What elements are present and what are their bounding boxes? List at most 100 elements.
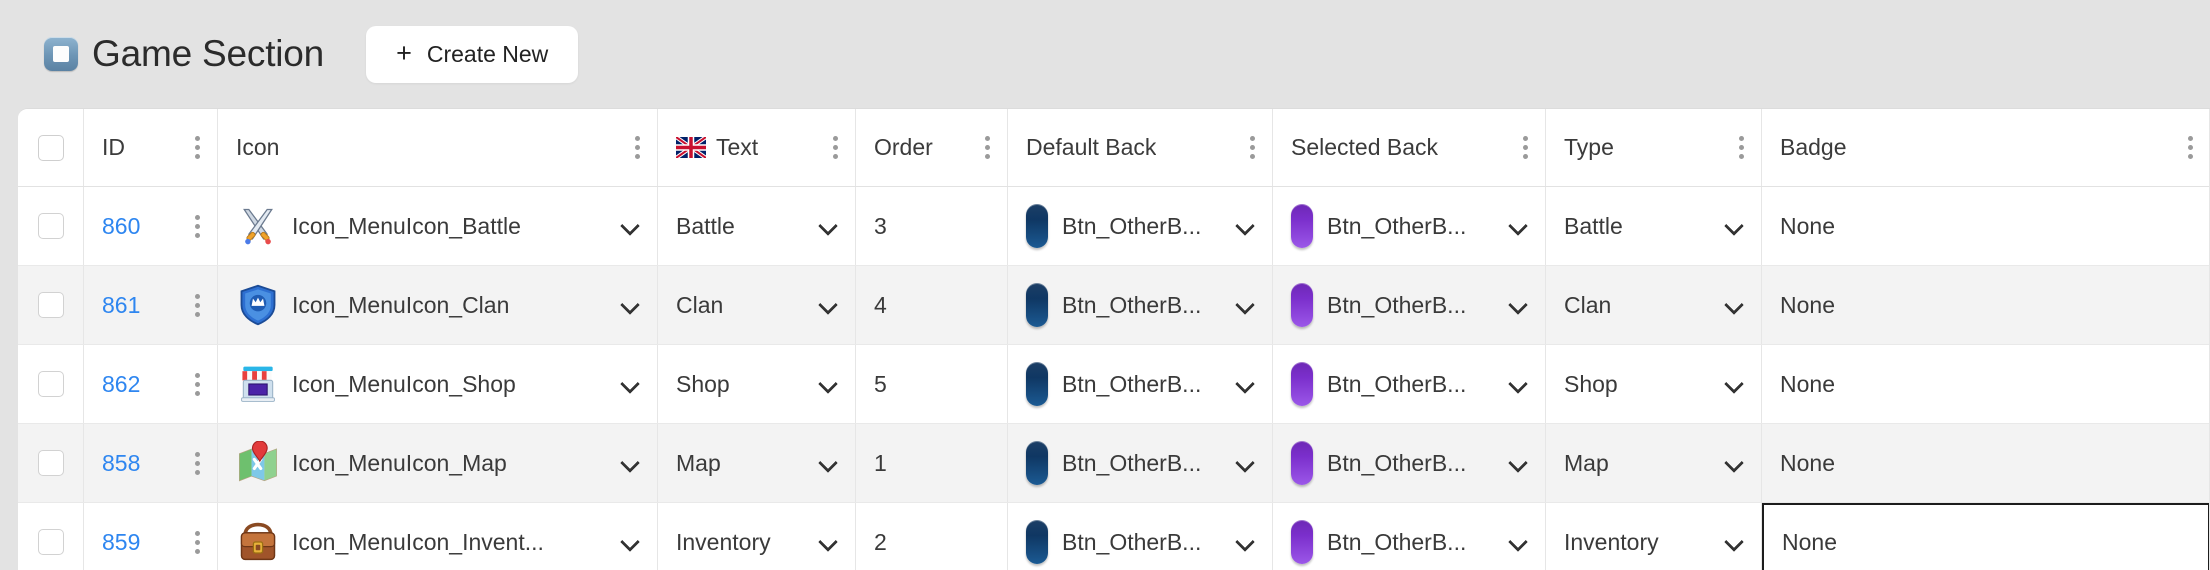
cell-badge[interactable]: None: [1762, 424, 2210, 502]
cell-badge[interactable]: None: [1762, 187, 2210, 265]
cell-id[interactable]: 859: [84, 503, 218, 570]
column-menu-icon-text[interactable]: [826, 133, 844, 163]
chevron-down-icon[interactable]: [819, 453, 839, 473]
chevron-down-icon[interactable]: [819, 295, 839, 315]
row-menu-icon[interactable]: [188, 527, 206, 557]
cell-default-back[interactable]: Btn_OtherB...: [1008, 424, 1273, 502]
cell-default-back[interactable]: Btn_OtherB...: [1008, 345, 1273, 423]
cell-icon[interactable]: Icon_MenuIcon_Clan: [218, 266, 658, 344]
row-checkbox[interactable]: [37, 529, 64, 555]
chevron-down-icon[interactable]: [621, 374, 641, 394]
header-cell-id[interactable]: ID: [84, 109, 218, 186]
header-cell-selected-back[interactable]: Selected Back: [1273, 109, 1546, 186]
cell-text[interactable]: Shop: [658, 345, 856, 423]
column-menu-icon-selected-back[interactable]: [1516, 133, 1534, 163]
cell-id[interactable]: 860: [84, 187, 218, 265]
table-row[interactable]: 862 Icon_MenuIcon_Shop Shop 5 Btn_OtherB... B…: [18, 345, 2210, 424]
id-link[interactable]: 858: [102, 450, 140, 477]
row-select-cell[interactable]: [18, 345, 84, 423]
cell-icon[interactable]: Icon_MenuIcon_Map: [218, 424, 658, 502]
id-link[interactable]: 861: [102, 292, 140, 319]
cell-selected-back[interactable]: Btn_OtherB...: [1273, 187, 1546, 265]
cell-selected-back[interactable]: Btn_OtherB...: [1273, 266, 1546, 344]
cell-id[interactable]: 862: [84, 345, 218, 423]
cell-badge[interactable]: None: [1762, 503, 2210, 570]
cell-text[interactable]: Map: [658, 424, 856, 502]
chevron-down-icon[interactable]: [1725, 532, 1745, 552]
chevron-down-icon[interactable]: [1725, 453, 1745, 473]
row-menu-icon[interactable]: [188, 290, 206, 320]
cell-type[interactable]: Inventory: [1546, 503, 1762, 570]
row-menu-icon[interactable]: [188, 369, 206, 399]
chevron-down-icon[interactable]: [621, 532, 641, 552]
cell-order[interactable]: 3: [856, 187, 1008, 265]
row-select-cell[interactable]: [18, 266, 84, 344]
chevron-down-icon[interactable]: [621, 295, 641, 315]
row-select-cell[interactable]: [18, 424, 84, 502]
row-menu-icon[interactable]: [188, 448, 206, 478]
chevron-down-icon[interactable]: [819, 532, 839, 552]
id-link[interactable]: 859: [102, 529, 140, 556]
cell-icon[interactable]: Icon_MenuIcon_Invent...: [218, 503, 658, 570]
table-row[interactable]: 860 Icon_MenuIcon_Battle Battle 3 Btn_OtherB…: [18, 187, 2210, 266]
chevron-down-icon[interactable]: [1236, 374, 1256, 394]
cell-default-back[interactable]: Btn_OtherB...: [1008, 503, 1273, 570]
id-link[interactable]: 860: [102, 213, 140, 240]
cell-order[interactable]: 2: [856, 503, 1008, 570]
header-cell-icon[interactable]: Icon: [218, 109, 658, 186]
table-row[interactable]: 861 Icon_MenuIcon_Clan Clan 4 Btn_OtherB... B…: [18, 266, 2210, 345]
cell-text[interactable]: Inventory: [658, 503, 856, 570]
row-checkbox[interactable]: [37, 450, 64, 476]
chevron-down-icon[interactable]: [1236, 216, 1256, 236]
chevron-down-icon[interactable]: [621, 216, 641, 236]
chevron-down-icon[interactable]: [1509, 374, 1529, 394]
cell-default-back[interactable]: Btn_OtherB...: [1008, 266, 1273, 344]
cell-selected-back[interactable]: Btn_OtherB...: [1273, 424, 1546, 502]
header-cell-order[interactable]: Order: [856, 109, 1008, 186]
row-select-cell[interactable]: [18, 503, 84, 570]
column-menu-icon-id[interactable]: [188, 133, 206, 163]
chevron-down-icon[interactable]: [1509, 532, 1529, 552]
cell-type[interactable]: Battle: [1546, 187, 1762, 265]
cell-badge[interactable]: None: [1762, 345, 2210, 423]
header-cell-type[interactable]: Type: [1546, 109, 1762, 186]
column-menu-icon-order[interactable]: [978, 133, 996, 163]
chevron-down-icon[interactable]: [819, 374, 839, 394]
header-cell-badge[interactable]: Badge: [1762, 109, 2210, 186]
cell-default-back[interactable]: Btn_OtherB...: [1008, 187, 1273, 265]
id-link[interactable]: 862: [102, 371, 140, 398]
cell-text[interactable]: Clan: [658, 266, 856, 344]
cell-id[interactable]: 861: [84, 266, 218, 344]
cell-icon[interactable]: Icon_MenuIcon_Shop: [218, 345, 658, 423]
chevron-down-icon[interactable]: [1236, 295, 1256, 315]
cell-selected-back[interactable]: Btn_OtherB...: [1273, 503, 1546, 570]
cell-type[interactable]: Shop: [1546, 345, 1762, 423]
row-select-cell[interactable]: [18, 187, 84, 265]
chevron-down-icon[interactable]: [1509, 295, 1529, 315]
header-cell-select-all[interactable]: [18, 109, 84, 186]
header-cell-text[interactable]: Text: [658, 109, 856, 186]
column-menu-icon-badge[interactable]: [2181, 133, 2199, 163]
table-row[interactable]: 858 Icon_MenuIcon_Map Map 1 Btn_OtherB... Btn…: [18, 424, 2210, 503]
row-checkbox[interactable]: [37, 213, 64, 239]
column-menu-icon-icon[interactable]: [628, 133, 646, 163]
chevron-down-icon[interactable]: [1725, 216, 1745, 236]
column-menu-icon-default-back[interactable]: [1243, 133, 1261, 163]
chevron-down-icon[interactable]: [1509, 453, 1529, 473]
cell-type[interactable]: Clan: [1546, 266, 1762, 344]
cell-order[interactable]: 5: [856, 345, 1008, 423]
cell-order[interactable]: 1: [856, 424, 1008, 502]
header-cell-default-back[interactable]: Default Back: [1008, 109, 1273, 186]
cell-icon[interactable]: Icon_MenuIcon_Battle: [218, 187, 658, 265]
chevron-down-icon[interactable]: [1236, 532, 1256, 552]
row-menu-icon[interactable]: [188, 211, 206, 241]
table-row[interactable]: 859 Icon_MenuIcon_Invent... Inventory 2 Btn_…: [18, 503, 2210, 570]
cell-order[interactable]: 4: [856, 266, 1008, 344]
chevron-down-icon[interactable]: [621, 453, 641, 473]
column-menu-icon-type[interactable]: [1732, 133, 1750, 163]
chevron-down-icon[interactable]: [1725, 295, 1745, 315]
chevron-down-icon[interactable]: [1509, 216, 1529, 236]
cell-selected-back[interactable]: Btn_OtherB...: [1273, 345, 1546, 423]
chevron-down-icon[interactable]: [1236, 453, 1256, 473]
select-all-checkbox[interactable]: [37, 134, 64, 161]
